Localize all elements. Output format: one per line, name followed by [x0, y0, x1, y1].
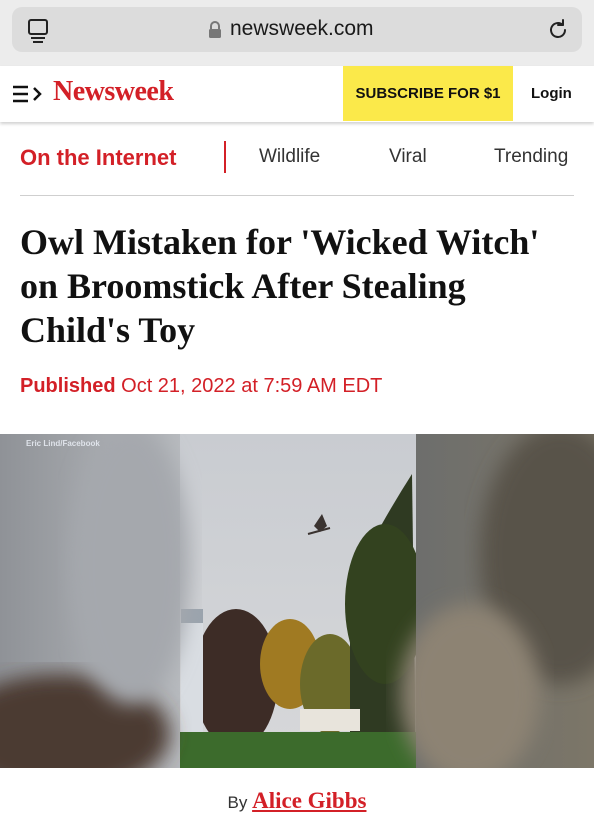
url-text[interactable]: newsweek.com [230, 17, 374, 41]
tabs-icon[interactable] [27, 18, 49, 44]
login-link[interactable]: Login [531, 85, 572, 102]
nav-link-wildlife[interactable]: Wildlife [259, 146, 320, 168]
lock-icon [209, 21, 221, 38]
nav-link-viral[interactable]: Viral [389, 146, 427, 168]
author-link[interactable]: Alice Gibbs [252, 788, 366, 813]
article-headline: Owl Mistaken for 'Wicked Witch' on Broom… [20, 222, 540, 350]
subscribe-button[interactable]: SUBSCRIBE FOR $1 [343, 66, 513, 121]
address-bar[interactable]: newsweek.com [12, 7, 582, 52]
section-title[interactable]: On the Internet [20, 145, 176, 171]
publish-info: Published Oct 21, 2022 at 7:59 AM EDT [20, 375, 382, 398]
article-hero-image[interactable]: Eric Lind/Facebook [0, 434, 594, 768]
section-nav: On the Internet Wildlife Viral Trending [20, 133, 574, 196]
byline-prefix: By [227, 793, 248, 812]
newsweek-logo[interactable]: Newsweek [53, 76, 174, 108]
published-label: Published [20, 375, 116, 397]
nav-link-trending[interactable]: Trending [494, 146, 568, 168]
byline: By Alice Gibbs [0, 788, 594, 814]
published-date: Oct 21, 2022 at 7:59 AM EDT [121, 375, 383, 397]
image-credit: Eric Lind/Facebook [26, 439, 100, 448]
site-header: Newsweek SUBSCRIBE FOR $1 Login [0, 66, 594, 122]
reload-icon[interactable] [546, 18, 570, 42]
browser-chrome: newsweek.com [0, 0, 594, 66]
owl-scene-illustration [0, 434, 594, 768]
menu-icon[interactable] [12, 83, 44, 105]
nav-divider [224, 141, 226, 173]
